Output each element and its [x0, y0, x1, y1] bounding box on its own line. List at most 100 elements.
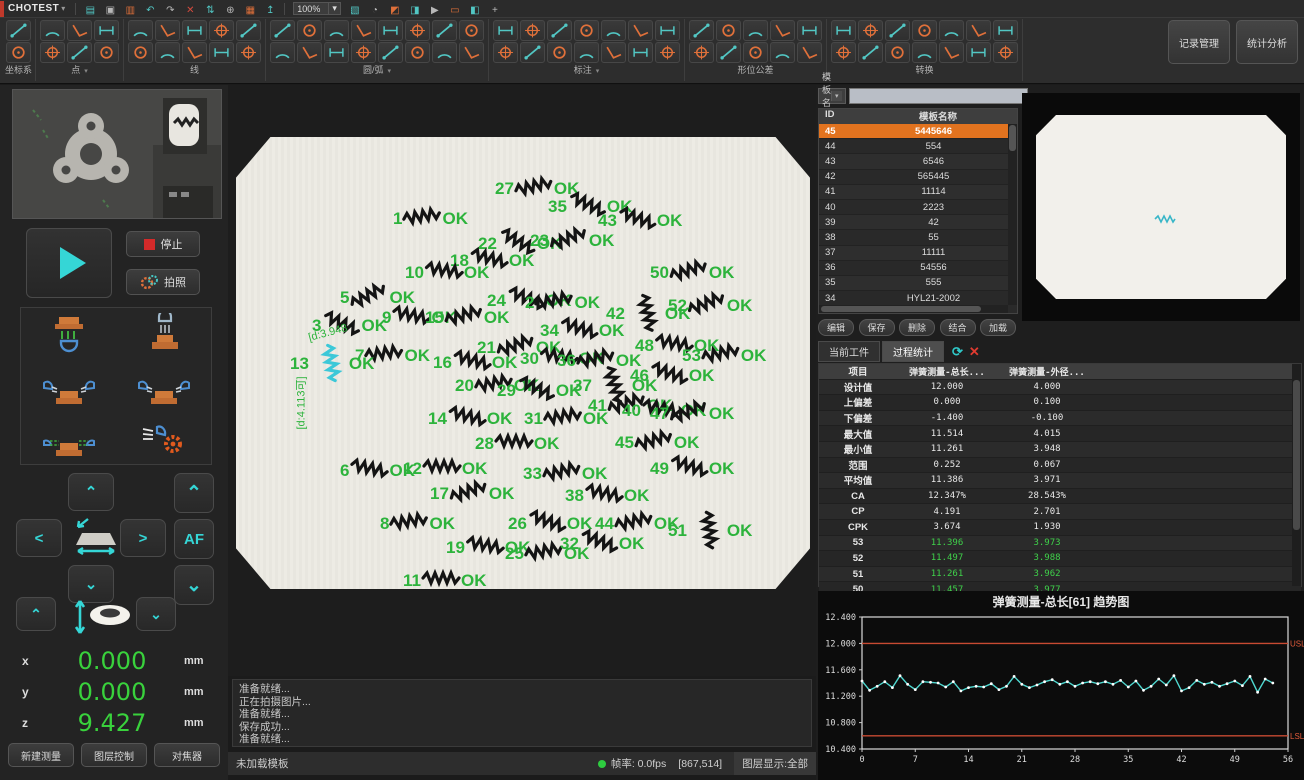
- tool-icon[interactable]: [351, 42, 376, 63]
- tool-icon[interactable]: [966, 20, 991, 41]
- stage-up-button[interactable]: ⌃: [68, 473, 114, 511]
- tool-icon[interactable]: [716, 20, 741, 41]
- tool-icon[interactable]: [155, 42, 180, 63]
- template-hscrollbar[interactable]: [819, 305, 1008, 313]
- redo-icon[interactable]: ↷: [162, 3, 178, 17]
- tool-icon[interactable]: [628, 20, 653, 41]
- light-settings-button[interactable]: [116, 412, 211, 464]
- undo-icon[interactable]: ↶: [142, 3, 158, 17]
- back-light-button[interactable]: [21, 412, 116, 464]
- table-row[interactable]: 44 554: [819, 139, 1008, 154]
- z-down-button[interactable]: ⌄: [136, 597, 176, 631]
- tool-icon[interactable]: [297, 20, 322, 41]
- statistics-analysis-button[interactable]: 统计分析: [1236, 20, 1298, 64]
- image-icon[interactable]: ▧: [347, 3, 363, 17]
- tool-icon[interactable]: [236, 20, 261, 41]
- tool-icon[interactable]: [236, 42, 261, 63]
- sidebar-button-图层控制[interactable]: 图层控制: [81, 743, 147, 767]
- tool-icon[interactable]: [351, 20, 376, 41]
- tool-icon[interactable]: [128, 20, 153, 41]
- tool-icon[interactable]: [770, 20, 795, 41]
- tool-icon[interactable]: [547, 20, 572, 41]
- bell-icon[interactable]: ◔: [367, 3, 383, 17]
- tab-current-workpiece[interactable]: 当前工件: [818, 341, 880, 362]
- tool-icon[interactable]: [378, 20, 403, 41]
- tool-icon[interactable]: [797, 20, 822, 41]
- z-up-button[interactable]: ⌃: [16, 597, 56, 631]
- tool-icon[interactable]: [493, 42, 518, 63]
- record-management-button[interactable]: 记录管理: [1168, 20, 1230, 64]
- template-button-编辑[interactable]: 编辑: [818, 319, 854, 336]
- tool-icon[interactable]: [94, 42, 119, 63]
- tool-icon[interactable]: [939, 20, 964, 41]
- tool-icon[interactable]: [67, 42, 92, 63]
- tool-icon[interactable]: [574, 42, 599, 63]
- capture-button[interactable]: 拍照: [126, 269, 200, 295]
- template-button-结合[interactable]: 结合: [940, 319, 976, 336]
- stats-vscrollbar[interactable]: [1292, 364, 1301, 586]
- template-search-input[interactable]: [849, 88, 1028, 104]
- grid-icon[interactable]: ▦: [242, 3, 258, 17]
- tool-icon[interactable]: [797, 42, 822, 63]
- tool-icon[interactable]: [182, 42, 207, 63]
- tool-icon[interactable]: [209, 42, 234, 63]
- tool-icon[interactable]: [655, 42, 680, 63]
- tool-icon[interactable]: [155, 20, 180, 41]
- template-preview[interactable]: [1022, 93, 1300, 321]
- autofocus-button[interactable]: AF: [174, 519, 214, 559]
- tool-icon[interactable]: [405, 20, 430, 41]
- stop-button[interactable]: 停止: [126, 231, 200, 257]
- tool-icon[interactable]: [574, 20, 599, 41]
- run-measure-button[interactable]: [26, 228, 112, 298]
- tool-icon[interactable]: [689, 42, 714, 63]
- cut-icon[interactable]: ✕: [182, 3, 198, 17]
- print-icon[interactable]: ▥: [122, 3, 138, 17]
- sort-icon[interactable]: ⇅: [202, 3, 218, 17]
- tool-icon[interactable]: [459, 20, 484, 41]
- tool-icon[interactable]: [885, 20, 910, 41]
- clipboard-icon[interactable]: ▣: [102, 3, 118, 17]
- camera-view[interactable]: [12, 89, 222, 219]
- tool-icon[interactable]: [601, 42, 626, 63]
- tool-icon[interactable]: [993, 42, 1018, 63]
- tool-icon[interactable]: [324, 42, 349, 63]
- tool-icon[interactable]: [297, 42, 322, 63]
- template-button-删除[interactable]: 删除: [899, 319, 935, 336]
- tool-icon[interactable]: [547, 42, 572, 63]
- tool-icon[interactable]: [831, 42, 856, 63]
- tool-icon[interactable]: [858, 20, 883, 41]
- tool-icon[interactable]: [912, 42, 937, 63]
- table-row[interactable]: 43 6546: [819, 154, 1008, 169]
- tool-icon[interactable]: [94, 20, 119, 41]
- tool-icon[interactable]: [858, 42, 883, 63]
- close-icon[interactable]: ✕: [969, 344, 980, 360]
- tool-icon[interactable]: [40, 42, 65, 63]
- table-row[interactable]: 39 42: [819, 215, 1008, 230]
- tool-icon[interactable]: [378, 42, 403, 63]
- screen-icon[interactable]: ▭: [447, 3, 463, 17]
- template-vscrollbar[interactable]: [1008, 124, 1017, 305]
- table-row[interactable]: 41 11114: [819, 185, 1008, 200]
- side-light-b-button[interactable]: [116, 360, 211, 412]
- side-light-a-button[interactable]: [21, 360, 116, 412]
- stage-right-button[interactable]: >: [120, 519, 166, 557]
- palette-icon[interactable]: ◨: [407, 3, 423, 17]
- tool-icon[interactable]: [993, 20, 1018, 41]
- tool-icon[interactable]: [270, 42, 295, 63]
- tool-icon[interactable]: [128, 42, 153, 63]
- table-row[interactable]: 38 55: [819, 230, 1008, 245]
- coaxial-light-button[interactable]: [116, 308, 211, 360]
- zoom-select[interactable]: 100% ▾: [293, 2, 341, 15]
- tool-icon[interactable]: [209, 20, 234, 41]
- tool-icon[interactable]: [270, 20, 295, 41]
- stage-left-button[interactable]: <: [16, 519, 62, 557]
- sidebar-button-对焦器[interactable]: 对焦器: [154, 743, 220, 767]
- tool-icon[interactable]: [520, 42, 545, 63]
- table-row[interactable]: 40 2223: [819, 200, 1008, 215]
- tool-icon[interactable]: [716, 42, 741, 63]
- tool-icon[interactable]: [520, 20, 545, 41]
- template-button-保存[interactable]: 保存: [859, 319, 895, 336]
- run-icon[interactable]: ▶: [427, 3, 443, 17]
- panel-icon[interactable]: ◩: [387, 3, 403, 17]
- table-row[interactable]: 37 11111: [819, 246, 1008, 261]
